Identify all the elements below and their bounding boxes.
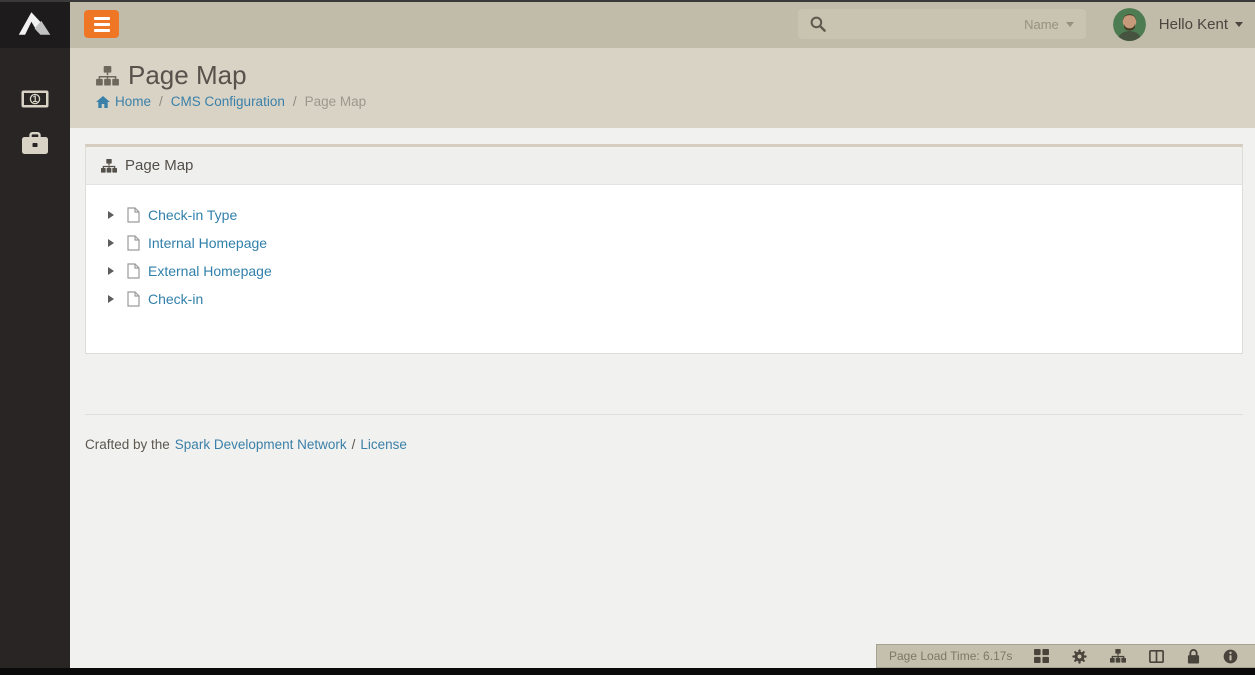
hamburger-menu-button[interactable] [84, 10, 119, 38]
search-input[interactable] [834, 16, 1024, 33]
file-icon [127, 235, 140, 251]
info-icon[interactable] [1223, 649, 1238, 664]
spark-development-network-link[interactable]: Spark Development Network [175, 437, 347, 452]
debug-icons [1034, 648, 1238, 664]
avatar-photo [1113, 8, 1146, 41]
breadcrumb: Home / CMS Configuration / Page Map [96, 94, 1255, 109]
file-icon [127, 291, 140, 307]
breadcrumb-current: Page Map [305, 94, 367, 109]
expand-caret-icon[interactable] [108, 295, 114, 303]
tree-item-link[interactable]: Internal Homepage [148, 235, 267, 251]
grid-icon[interactable] [1034, 649, 1049, 663]
file-icon [127, 207, 140, 223]
footer-separator: / [352, 437, 356, 452]
avatar[interactable] [1113, 8, 1146, 41]
user-menu[interactable]: Hello Kent [1159, 16, 1243, 33]
expand-caret-icon[interactable] [108, 267, 114, 275]
navbar-right-group: Name Hello Kent [798, 0, 1255, 48]
page-header: Page Map Home / CMS Configuration / Page… [70, 48, 1255, 128]
gear-icon[interactable] [1072, 649, 1087, 664]
chevron-down-icon [1066, 22, 1074, 27]
user-greeting-label: Hello Kent [1159, 16, 1228, 33]
rock-logo[interactable] [0, 0, 70, 48]
breadcrumb-home-link[interactable]: Home [96, 94, 151, 109]
tree-item[interactable]: Internal Homepage [101, 229, 1227, 257]
app-window: 1 [0, 0, 1255, 675]
hamburger-icon [94, 17, 110, 20]
expand-caret-icon[interactable] [108, 211, 114, 219]
debug-toolbar: Page Load Time: 6.17s [876, 644, 1255, 668]
page-map-panel: Page Map Check-in Type [85, 144, 1243, 354]
browser-top-edge [0, 0, 1255, 2]
breadcrumb-separator: / [159, 94, 163, 109]
top-navbar: Name Hello Kent [70, 0, 1255, 48]
bottom-edge-bar [0, 668, 1255, 675]
search-filter-label: Name [1024, 17, 1059, 32]
left-sidebar: 1 [0, 0, 70, 668]
money-icon[interactable]: 1 [21, 90, 49, 108]
license-link[interactable]: License [360, 437, 407, 452]
rock-logo-icon [15, 6, 55, 42]
footer-crafted-text: Crafted by the [85, 437, 170, 452]
expand-caret-icon[interactable] [108, 239, 114, 247]
tree-item-link[interactable]: External Homepage [148, 263, 272, 279]
breadcrumb-separator: / [293, 94, 297, 109]
tree-item[interactable]: Check-in Type [101, 201, 1227, 229]
page-title: Page Map [96, 60, 1255, 91]
page-title-text: Page Map [128, 60, 247, 91]
page-tree: Check-in Type Internal Homepage [86, 185, 1242, 313]
tree-item[interactable]: Check-in [101, 285, 1227, 313]
sitemap-icon [101, 159, 117, 173]
footer-divider [85, 414, 1243, 415]
chevron-down-icon [1235, 22, 1243, 27]
tree-item[interactable]: External Homepage [101, 257, 1227, 285]
search-icon [810, 16, 826, 32]
breadcrumb-cms-configuration-link[interactable]: CMS Configuration [171, 94, 285, 109]
file-icon [127, 263, 140, 279]
columns-icon[interactable] [1149, 650, 1164, 663]
tree-item-link[interactable]: Check-in Type [148, 207, 237, 223]
svg-text:1: 1 [32, 94, 37, 104]
panel-heading: Page Map [86, 147, 1242, 185]
briefcase-icon[interactable] [22, 132, 48, 154]
tree-item-link[interactable]: Check-in [148, 291, 203, 307]
home-icon [96, 96, 110, 108]
sidebar-nav: 1 [0, 48, 70, 154]
sitemap-icon[interactable] [1110, 649, 1126, 663]
lock-icon[interactable] [1187, 648, 1200, 664]
page-load-time: Page Load Time: 6.17s [889, 649, 1012, 663]
site-footer: Crafted by the Spark Development Network… [85, 437, 407, 452]
sitemap-icon [96, 66, 119, 86]
smart-search[interactable]: Name [798, 9, 1086, 39]
search-filter-dropdown[interactable]: Name [1024, 17, 1074, 32]
panel-title: Page Map [125, 157, 193, 174]
